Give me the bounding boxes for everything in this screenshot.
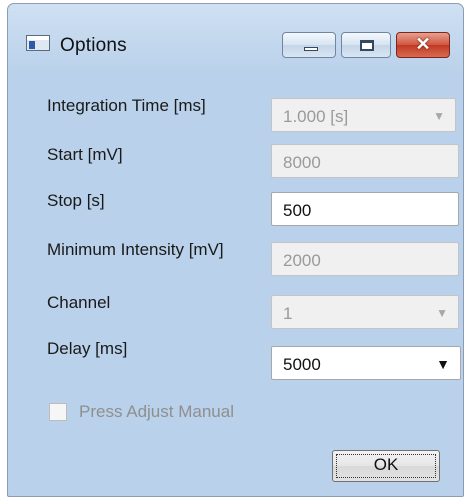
maximize-icon [360,40,374,51]
close-button[interactable]: ✕ [396,32,450,58]
integration-time-dropdown: 1.000 [s] ▼ [271,98,456,132]
delay-value: 5000 [283,355,321,374]
minimize-button[interactable] [282,32,336,58]
dropdown-arrow-icon[interactable]: ▼ [436,356,450,372]
minimize-icon [304,47,318,51]
title-bar[interactable]: Options ✕ [8,4,463,58]
press-adjust-manual-label: Press Adjust Manual [79,402,234,421]
maximize-button[interactable] [341,32,391,58]
app-window-icon [26,35,50,51]
ok-button[interactable]: OK [332,450,440,482]
channel-label: Channel [47,293,111,312]
integration-time-value: 1.000 [s] [283,107,349,126]
stop-label: Stop [s] [47,191,105,210]
press-adjust-manual-checkbox [49,403,67,421]
window-title: Options [60,35,127,56]
channel-value: 1 [283,304,293,323]
start-value: 8000 [283,153,321,172]
stop-value: 500 [283,201,312,220]
close-icon: ✕ [415,34,431,54]
delay-label: Delay [ms] [47,339,128,358]
chevron-down-icon: ▼ [433,109,445,123]
integration-time-label: Integration Time [ms] [47,96,206,115]
stop-field[interactable]: 500 [271,192,459,226]
channel-dropdown: 1 ▼ [271,295,459,329]
minimum-intensity-value: 2000 [283,251,321,270]
start-label: Start [mV] [47,145,123,164]
start-field: 8000 [271,144,459,178]
delay-dropdown[interactable]: 5000 ▼ [271,346,461,380]
minimum-intensity-label: Minimum Intensity [mV] [47,240,224,259]
chevron-down-icon: ▼ [436,306,448,320]
minimum-intensity-field: 2000 [271,242,459,276]
